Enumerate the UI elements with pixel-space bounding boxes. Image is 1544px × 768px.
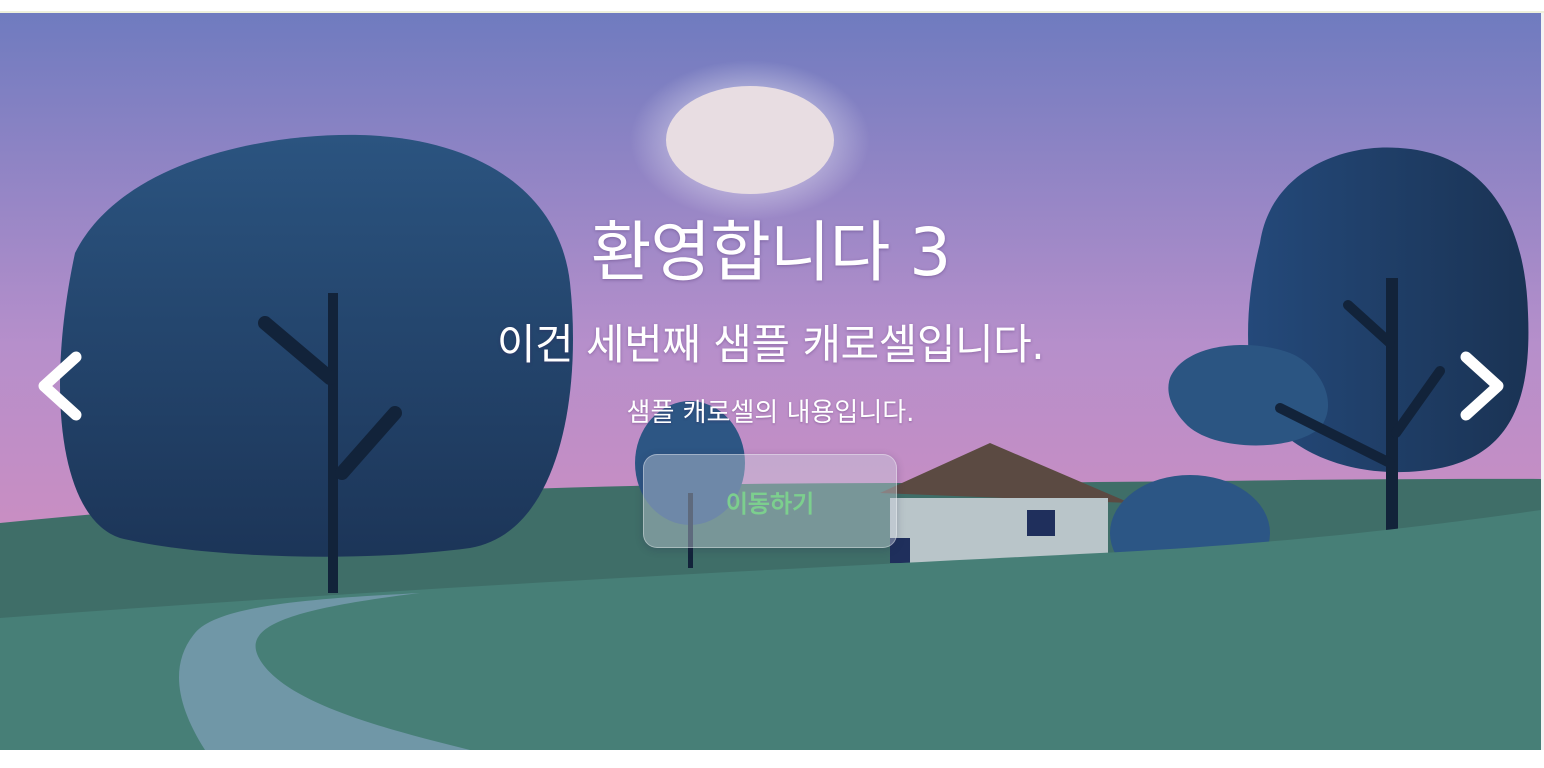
carousel: 환영합니다 3 이건 세번째 샘플 캐로셀입니다. 샘플 캐로셀의 내용입니다.… [0, 13, 1541, 750]
chevron-right-icon [1460, 351, 1504, 421]
slide-description: 샘플 캐로셀의 내용입니다. [626, 398, 915, 428]
slide-caption: 환영합니다 3 이건 세번째 샘플 캐로셀입니다. 샘플 캐로셀의 내용입니다.… [0, 13, 1541, 750]
slide-subtitle: 이건 세번째 샘플 캐로셀입니다. [496, 320, 1045, 369]
page: 환영합니다 3 이건 세번째 샘플 캐로셀입니다. 샘플 캐로셀의 내용입니다.… [0, 0, 1544, 768]
chevron-left-icon [38, 351, 82, 421]
go-button[interactable]: 이동하기 [643, 454, 897, 548]
carousel-next-button[interactable] [1452, 341, 1512, 431]
slide-title: 환영합니다 3 [590, 214, 952, 291]
carousel-prev-button[interactable] [30, 341, 90, 431]
